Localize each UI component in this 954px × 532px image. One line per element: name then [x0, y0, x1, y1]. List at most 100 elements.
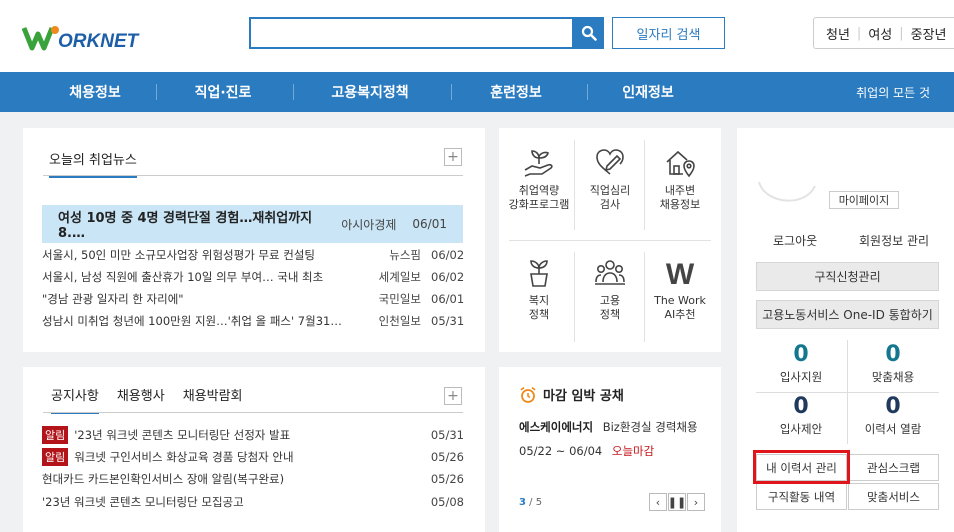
custom-service-button[interactable]: 맞춤서비스 — [848, 483, 939, 510]
list-item[interactable]: 알림 '23년 워크넷 콘텐츠 모니터링단 선정자 발표 05/31 — [42, 424, 464, 446]
pagination: 3 / 5 — [519, 497, 542, 508]
nav-divider — [156, 84, 157, 100]
deadline-job[interactable]: 에스케이에너지 Biz환경실 경력채용 — [519, 419, 698, 435]
stat-label: 입사지원 — [779, 370, 823, 384]
job-title: Biz환경실 경력채용 — [602, 420, 698, 434]
chevron-left-icon: ‹ — [655, 495, 661, 509]
service-thework-ai[interactable]: W The Work AI추천 — [645, 256, 715, 322]
news-row[interactable]: 서울시, 남성 직원에 출산휴가 10일 의무 부여… 국내 최초 세계일보 0… — [42, 266, 464, 288]
interest-scrap-button[interactable]: 관심스크랩 — [848, 454, 939, 481]
news-date: 06/02 — [431, 270, 465, 284]
service-label: 취업역량 — [518, 184, 560, 197]
svg-text:ORKNET: ORKNET — [58, 31, 140, 52]
nav-recruit-info[interactable]: 채용정보 — [40, 72, 150, 112]
stat-matched-jobs[interactable]: 0 맞춤채용 — [848, 342, 938, 385]
stat-applications[interactable]: 0 입사지원 — [756, 342, 846, 385]
nav-all-about-jobs[interactable]: 취업의 모든 것 — [856, 72, 930, 112]
job-search-button[interactable]: 일자리 검색 — [612, 17, 725, 49]
notice-date: 05/08 — [430, 495, 464, 509]
deadline-title-row: 마감 임박 공채 — [519, 385, 624, 404]
oneid-integration-button[interactable]: 고용노동서비스 One-ID 통합하기 — [756, 300, 939, 329]
avatar — [758, 181, 816, 202]
service-welfare-policy[interactable]: 복지 정책 — [504, 256, 574, 322]
stat-value: 0 — [885, 394, 901, 419]
tab-recruit-events[interactable]: 채용행사 — [117, 385, 165, 414]
news-row[interactable]: "경남 관광 일자리 한 자리에" 국민일보 06/01 — [42, 288, 464, 310]
notice-title: 현대카드 카드본인확인서비스 장애 알림(복구완료) — [42, 472, 285, 486]
account-info-link[interactable]: 회원정보 관리 — [859, 232, 929, 249]
news-date: 05/31 — [431, 314, 465, 328]
list-item[interactable]: 알림 워크넷 구인서비스 화상교육 경품 당첨자 안내 05/26 — [42, 446, 464, 468]
logout-link[interactable]: 로그아웃 — [773, 232, 817, 249]
notice-date: 05/31 — [430, 428, 464, 442]
stat-value: 0 — [885, 342, 901, 367]
tab-youth[interactable]: 청년 — [826, 24, 850, 43]
notice-title: '23년 워크넷 콘텐츠 모니터링단 모집공고 — [42, 495, 244, 509]
worknet-logo[interactable]: ORKNET — [21, 22, 152, 52]
notice-title: '23년 워크넷 콘텐츠 모니터링단 선정자 발표 — [74, 428, 291, 442]
pause-button[interactable]: ❚❚ — [668, 493, 686, 511]
stat-resume-views[interactable]: 0 이력서 열람 — [848, 394, 938, 437]
service-nearby-jobs[interactable]: 내주변 채용정보 — [645, 146, 715, 212]
news-more-button[interactable]: + — [444, 148, 462, 166]
news-source: 아시아경제 — [341, 217, 397, 232]
nav-training[interactable]: 훈련정보 — [461, 72, 571, 112]
tab-notice[interactable]: 공지사항 — [51, 385, 99, 414]
deadline-date-row: 05/22 ~ 06/04 오늘마감 — [519, 443, 654, 459]
news-title: "경남 관광 일자리 한 자리에" — [42, 292, 184, 306]
sprout-hand-icon — [524, 150, 553, 177]
service-label: 채용정보 — [659, 198, 701, 211]
company-name: 에스케이에너지 — [519, 420, 594, 434]
nav-divider — [451, 84, 452, 100]
nav-career[interactable]: 직업·진로 — [168, 72, 278, 112]
search-button[interactable] — [574, 17, 604, 49]
news-title: 서울시, 남성 직원에 출산휴가 10일 의무 부여… 국내 최초 — [42, 270, 324, 284]
service-label: 검사 — [599, 198, 621, 211]
next-button[interactable]: › — [687, 493, 705, 511]
divider — [509, 240, 711, 241]
tab-middle-aged[interactable]: 중장년 — [911, 24, 947, 43]
stat-offers[interactable]: 0 입사제안 — [756, 394, 846, 437]
service-employment-policy[interactable]: 고용 정책 — [575, 256, 645, 322]
job-application-mgmt-button[interactable]: 구직신청관리 — [756, 262, 939, 291]
service-label: AI추천 — [664, 308, 696, 321]
divider: | — [856, 25, 862, 41]
prev-button[interactable]: ‹ — [649, 493, 667, 511]
main-nav: 채용정보 직업·진로 고용복지정책 훈련정보 인재정보 취업의 모든 것 — [0, 72, 954, 112]
service-psych-test[interactable]: 직업심리 검사 — [575, 146, 645, 212]
nav-divider — [293, 84, 294, 100]
news-row[interactable]: 서울시, 50인 미만 소규모사업장 위험성평가 무료 컨설팅 뉴스핌 06/0… — [42, 244, 464, 266]
service-competency-program[interactable]: 취업역량 강화프로그램 — [504, 146, 574, 212]
notice-more-button[interactable]: + — [444, 387, 462, 405]
notice-date: 05/26 — [430, 450, 464, 464]
nav-talent[interactable]: 인재정보 — [593, 72, 703, 112]
user-type-tabs: 청년 | 여성 | 중장년 — [813, 17, 954, 49]
mypage-button[interactable]: 마이페이지 — [829, 191, 899, 209]
divider: | — [899, 25, 904, 41]
tab-women[interactable]: 여성 — [868, 24, 892, 43]
nav-welfare-policy[interactable]: 고용복지정책 — [305, 72, 435, 112]
search-input[interactable] — [249, 17, 574, 49]
service-label: 직업심리 — [589, 184, 631, 197]
news-highlight[interactable]: 여성 10명 중 4명 경력단절 경험…재취업까지 8.… 아시아경제 06/0… — [42, 205, 463, 243]
potted-plant-icon — [530, 260, 548, 287]
service-label: 강화프로그램 — [508, 198, 570, 211]
notice-panel: 공지사항 채용행사 채용박람회 + 알림 '23년 워크넷 콘텐츠 모니터링단 … — [23, 367, 485, 532]
tab-job-fair[interactable]: 채용박람회 — [183, 385, 243, 414]
news-date: 06/01 — [431, 292, 465, 306]
tab-today-news[interactable]: 오늘의 취업뉴스 — [49, 149, 137, 178]
news-panel: 오늘의 취업뉴스 + 여성 10명 중 4명 경력단절 경험…재취업까지 8.…… — [23, 128, 485, 352]
stat-label: 맞춤채용 — [871, 370, 915, 384]
chevron-right-icon: › — [693, 495, 699, 509]
news-source: 국민일보 — [378, 292, 421, 306]
stat-label: 입사제안 — [779, 422, 823, 436]
notice-badge: 알림 — [42, 426, 69, 444]
job-activity-history-button[interactable]: 구직활동 내역 — [756, 483, 847, 510]
divider — [756, 392, 939, 393]
list-item[interactable]: '23년 워크넷 콘텐츠 모니터링단 모집공고 05/08 — [42, 491, 464, 513]
list-item[interactable]: 현대카드 카드본인확인서비스 장애 알림(복구완료) 05/26 — [42, 468, 464, 490]
stat-value: 0 — [793, 394, 809, 419]
news-row[interactable]: 성남시 미취업 청년에 100만원 지원…'취업 올 패스' 7월31… 인천일… — [42, 310, 464, 332]
stat-value: 0 — [793, 342, 809, 367]
search-icon — [581, 25, 597, 41]
